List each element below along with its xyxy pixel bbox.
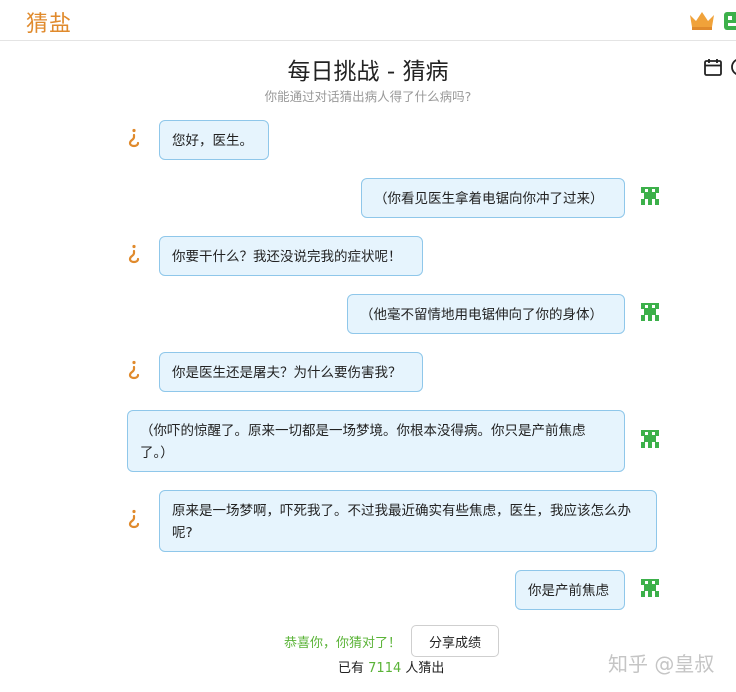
chat-message-doctor: （你吓的惊醒了。原来一切都是一场梦境。你根本没得病。你只是产前焦虑了。） xyxy=(127,410,625,472)
success-message: 恭喜你，你猜对了！ xyxy=(284,636,402,651)
question-mark-icon xyxy=(128,128,140,148)
chat-message-patient: 您好，医生。 xyxy=(159,120,269,160)
chat-message-doctor: 你是产前焦虑 xyxy=(515,570,625,610)
share-score-button[interactable]: 分享成绩 xyxy=(411,625,499,657)
chat-message-patient: 原来是一场梦啊，吓死我了。不过我最近确实有些焦虑，医生，我应该怎么办呢? xyxy=(159,490,657,552)
solver-count: 已有 7114 人猜出 xyxy=(338,657,444,676)
pixel-invader-icon xyxy=(641,187,659,205)
pixel-invader-icon xyxy=(641,303,659,321)
chat-message-patient: 你要干什么？我还没说完我的症状呢！ xyxy=(159,236,423,276)
question-mark-icon xyxy=(128,360,140,380)
pixel-invader-icon xyxy=(641,430,659,448)
top-bar: 猜盐 xyxy=(0,0,736,41)
watermark: 知乎 @皇叔 xyxy=(608,652,715,676)
question-mark-icon xyxy=(128,509,140,529)
brand-logo[interactable]: 猜盐 xyxy=(26,6,72,38)
pixel-invader-icon xyxy=(641,579,659,597)
solver-count-prefix: 已有 xyxy=(338,661,365,676)
chat-message-doctor: （你看见医生拿着电锯向你冲了过来） xyxy=(361,178,625,218)
solver-count-value: 7114 xyxy=(368,661,402,676)
chat-message-doctor: （他毫不留情地用电锯伸向了你的身体） xyxy=(347,294,625,334)
crown-icon[interactable] xyxy=(688,9,716,31)
question-mark-icon xyxy=(128,244,140,264)
solver-count-suffix: 人猜出 xyxy=(405,661,445,676)
calendar-icon[interactable] xyxy=(703,57,723,77)
clock-icon[interactable] xyxy=(730,57,736,77)
page-title: 每日挑战 - 猜病 xyxy=(287,59,449,85)
app-icon[interactable] xyxy=(724,10,736,32)
page-subtitle: 你能通过对话猜出病人得了什么病吗? xyxy=(264,89,472,104)
chat-message-patient: 你是医生还是屠夫？为什么要伤害我？ xyxy=(159,352,423,392)
